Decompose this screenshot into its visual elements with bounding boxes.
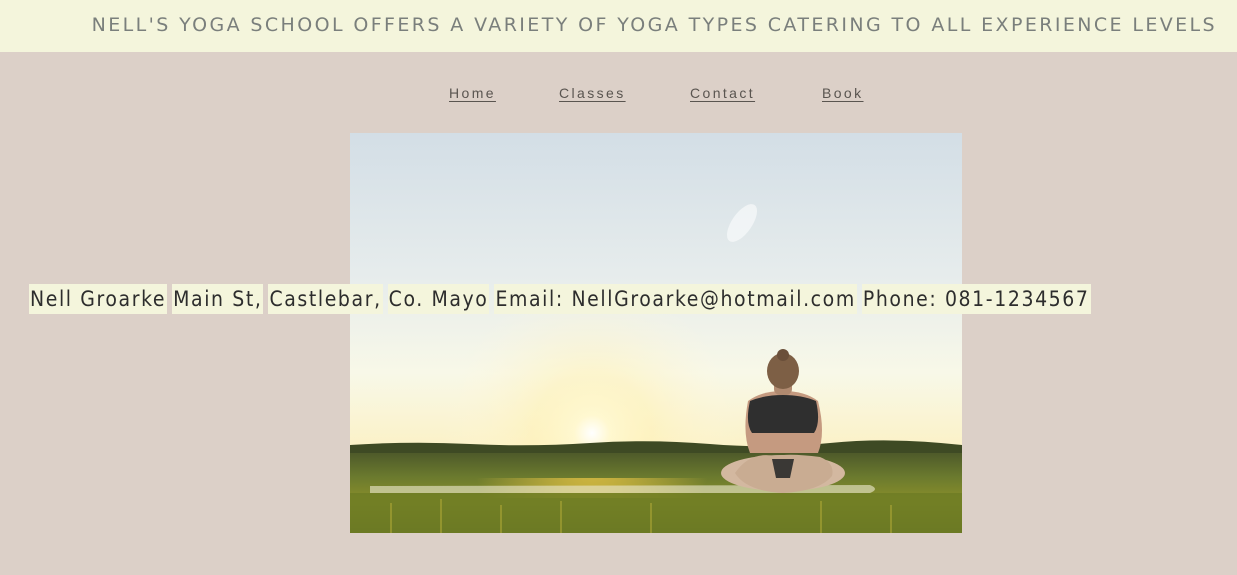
contact-name: Nell Groarke [29,284,168,314]
contact-email[interactable]: Email: NellGroarke@hotmail.com [494,284,857,314]
contact-phone[interactable]: Phone: 081-1234567 [861,284,1091,314]
main-nav: Home Classes Contact Book [0,84,1237,104]
contact-info: Nell Groarke Main St, Castlebar, Co. Mayo Em… [29,284,1096,314]
nav-link-contact[interactable]: Contact [690,84,755,102]
banner-tagline: NELL'S YOGA SCHOOL OFFERS A VARIETY OF Y… [91,14,1217,36]
contact-county: Co. Mayo [387,284,490,314]
nav-link-home[interactable]: Home [449,84,496,102]
hero-image [350,133,962,533]
contact-town: Castlebar, [268,284,383,314]
nav-link-classes[interactable]: Classes [559,84,626,102]
contact-street: Main St, [172,284,264,314]
top-banner: NELL'S YOGA SCHOOL OFFERS A VARIETY OF Y… [0,0,1237,52]
nav-link-book[interactable]: Book [822,84,864,102]
